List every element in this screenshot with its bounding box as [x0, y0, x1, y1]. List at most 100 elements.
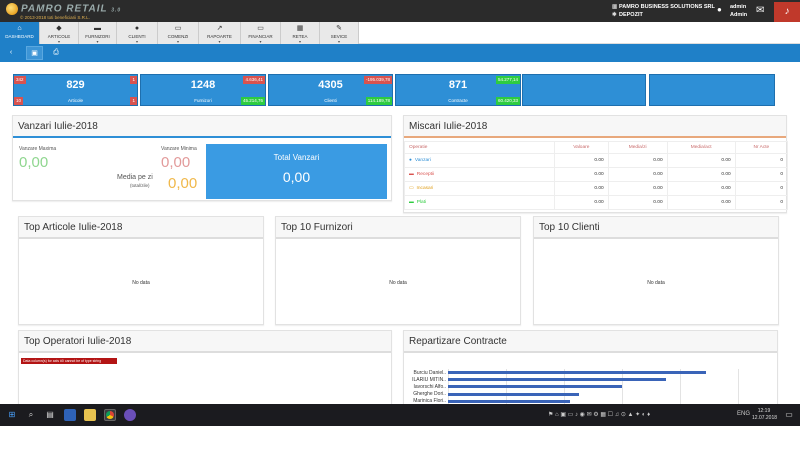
row-operation-name: Receptii [416, 172, 435, 177]
nav-tab-retea[interactable]: ▦ RETEA ▾ [281, 22, 320, 44]
table-row[interactable]: ▭ Incasari 0.00 0.00 0.00 0 [404, 181, 789, 196]
back-icon[interactable]: ‹ [4, 46, 18, 60]
vanzari-panel: Vanzari Iulie-2018 Vanzare Maxima 0,00 V… [12, 115, 392, 201]
top-operatori-panel: Top Operatori Iulie-2018 Data column(s) … [18, 330, 392, 410]
id-card-button[interactable]: ▣ [26, 46, 43, 60]
tray-icons[interactable]: ⚑ ⌂ ▣ ▭ ♪ ◉ ✉ ⚙ ▦ ☐ ♫ ⊙ ▲ ✦ ◐ ♦ [548, 411, 650, 418]
chart-category-label: Burciu Daniel.. [413, 369, 446, 376]
table-cell: 0.00 [554, 167, 609, 182]
stat-card-articole[interactable]: 829 Articole 342 1 10 1 [13, 74, 138, 106]
table-cell: 0.00 [554, 195, 609, 210]
stat-label: Articole [67, 98, 83, 103]
stat-badge-br: 1 [130, 97, 137, 105]
windows-start-icon[interactable]: ⊞ [3, 404, 21, 426]
explorer-icon[interactable] [64, 409, 76, 421]
table-row[interactable]: ▬ Plati 0.00 0.00 0.00 0 [404, 195, 789, 210]
chart-category-label: Gherghe Dori.. [413, 391, 446, 398]
col-header-operatie: Operatie [404, 141, 555, 154]
nav-tab-clienti[interactable]: ● CLIENTI ▾ [117, 22, 158, 44]
stat-card-contracte[interactable]: 871 Contracte 54.277,14 60.420,33 [395, 74, 521, 106]
nav-tab-sevice[interactable]: ✎ SEVICE ▾ [320, 22, 359, 44]
total-sales-value: 0,00 [282, 169, 311, 185]
row-operation: ▬ Receptii [404, 167, 555, 182]
top-clienti-empty: No data [647, 280, 665, 286]
users-icon: ● [134, 25, 140, 32]
row-operation-name: Incasari [416, 186, 434, 191]
daily-avg-sub: (total/zile) [130, 183, 150, 188]
nav-tab-furnizori[interactable]: ▬ FURNIZORI ▾ [79, 22, 117, 44]
top-clienti-title: Top 10 Clienti [534, 217, 778, 239]
vanzari-title: Vanzari Iulie-2018 [13, 116, 391, 138]
stat-badge-br: 114.189,78 [365, 97, 392, 105]
table-cell: 0.00 [666, 181, 736, 196]
min-sale-label: Vanzare Minima [161, 146, 197, 152]
stat-badge-tr: 1 [130, 76, 137, 84]
bank-icon: ▥ [612, 4, 618, 10]
folder-icon[interactable] [84, 409, 96, 421]
company-info[interactable]: ▥ PAMRO BUSINESS SOLUTIONS SRL ✱ DEPOZIT [612, 3, 715, 19]
repartizare-panel: Repartizare Contracte Burciu Daniel.. ILA… [403, 330, 778, 411]
chart-bar [448, 385, 622, 389]
top-articole-empty: No data [132, 280, 150, 286]
gears-icon: ✱ [612, 12, 617, 18]
stat-value: 829 [66, 79, 85, 91]
chrome-icon[interactable] [104, 409, 116, 421]
app-icon[interactable] [124, 409, 136, 421]
taskbar: ⊞ ⌕ ▤ ⚑ ⌂ ▣ ▭ ♪ ◉ ✉ ⚙ ▦ ☐ ♫ ⊙ ▲ ✦ ◐ ♦ EN… [0, 404, 800, 426]
stat-badge-tl: 342 [14, 76, 26, 84]
notifications-icon[interactable]: ▭ [780, 404, 798, 426]
nav-tab-rapoarte[interactable]: ↗ RAPOARTE ▾ [199, 22, 241, 44]
table-cell: 0 [734, 167, 789, 182]
print-icon[interactable]: ⎙ [50, 46, 62, 60]
table-cell: 0 [734, 195, 789, 210]
table-row[interactable]: ● Vanzari 0.00 0.00 0.00 0 [404, 153, 789, 168]
search-icon[interactable]: ⌕ [22, 404, 40, 426]
company-location: DEPOZIT [619, 12, 643, 18]
clock-date: 12.07.2018 [752, 415, 778, 421]
miscari-panel: Miscari Iulie-2018 Operatie Valoare Media/… [403, 115, 789, 213]
logo-icon [6, 3, 18, 15]
truck-icon: ▬ [94, 25, 101, 32]
stat-card-furnizori[interactable]: 1248 Furnizori 4.636,41 45.214,76 [140, 74, 266, 106]
cart-icon: ▭ [257, 25, 264, 32]
stat-badge-tr: 4.636,41 [243, 76, 265, 84]
task-view-icon[interactable]: ▤ [41, 404, 59, 426]
money-icon: ▭ [409, 186, 414, 191]
chart-bar [448, 371, 707, 374]
toolbar: ‹ ▣ ⎙ [0, 44, 800, 62]
table-cell: 0.00 [607, 181, 668, 196]
clock-time: 12:19 [757, 408, 771, 414]
max-sale-value: 0,00 [19, 154, 49, 171]
language-indicator[interactable]: ENG [737, 411, 750, 417]
chart-icon: ↗ [216, 25, 223, 32]
users-icon: ● [409, 158, 412, 163]
top-furnizori-panel: Top 10 Furnizori No data [275, 216, 521, 325]
miscari-table: Operatie Valoare Media/zi Media/act Nr Acte … [404, 141, 789, 210]
top-clienti-panel: Top 10 Clienti No data [533, 216, 779, 325]
row-operation: ▭ Incasari [404, 181, 555, 196]
stat-badge-br: 45.214,76 [240, 97, 265, 105]
nav-tab-financiar[interactable]: ▭ FINANCIAR ▾ [241, 22, 281, 44]
stat-badge-bl: 10 [14, 97, 24, 105]
chat-icon[interactable]: ✉ [756, 5, 764, 16]
stat-card-empty [649, 74, 775, 106]
col-header-mediaact: Media/act [666, 141, 736, 154]
nav-tab-dashboard[interactable]: ⌂ DASHBOARD [0, 22, 40, 44]
wrench-icon: ✎ [336, 25, 342, 32]
chart-category-label: ILARIU MITIN.. [412, 376, 446, 383]
app-window: PAMRO RETAIL 3.0 © 2013-2018 toti benefi… [0, 0, 800, 450]
table-row[interactable]: ▬ Receptii 0.00 0.00 0.00 0 [404, 167, 789, 182]
stat-badge-tr: -195.039,78 [363, 76, 392, 84]
stat-badge-br: 60.420,33 [495, 97, 520, 105]
nav-tab-comenzi[interactable]: ▭ COMENZI ▾ [158, 22, 199, 44]
clock[interactable]: 12:19 12.07.2018 [752, 408, 778, 422]
top-articole-panel: Top Articole Iulie-2018 No data [18, 216, 264, 325]
company-name: PAMRO BUSINESS SOLUTIONS SRL [619, 4, 715, 10]
bell-icon[interactable]: ♪ [774, 2, 800, 22]
min-sale-value: 0,00 [161, 154, 191, 171]
nav-tab-articole[interactable]: ◆ ARTICOLE ▾ [40, 22, 79, 44]
top-furnizori-title: Top 10 Furnizori [276, 217, 520, 239]
stat-card-clienti[interactable]: 4305 Clienti -195.039,78 114.189,78 [268, 74, 393, 106]
miscari-title: Miscari Iulie-2018 [404, 116, 786, 138]
top-operatori-title: Top Operatori Iulie-2018 [19, 331, 391, 353]
